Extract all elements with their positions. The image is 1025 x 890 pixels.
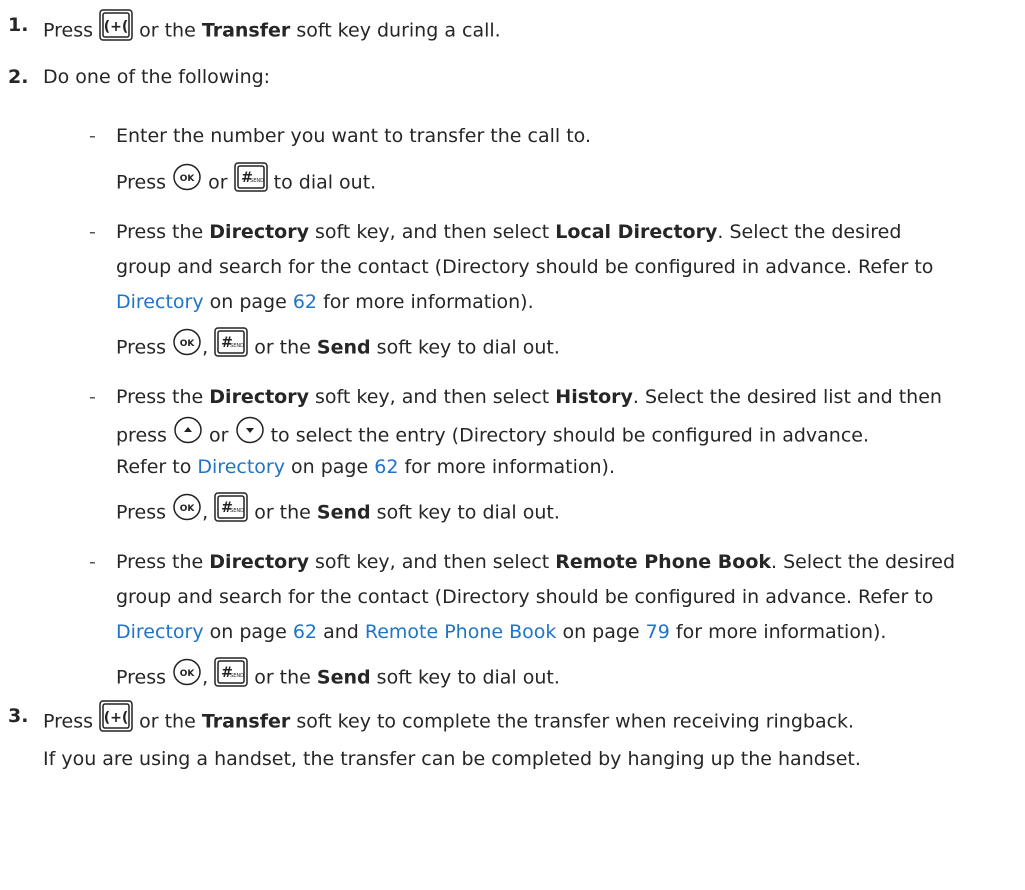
option-4-line-2: group and search for the contact (Direct… [116, 586, 934, 608]
send-key-icon: # SEND [233, 162, 268, 200]
step-number-1: 1. [8, 14, 29, 36]
ok-key-icon: OK [172, 328, 202, 364]
option-4-line-1: Press the Directory soft key, and then s… [116, 551, 956, 573]
option-1-line-2: Press OK or # SEND to dial out. [116, 162, 376, 202]
send-key-icon: # SEND [214, 327, 248, 365]
option-2-line-1: Press the Directory soft key, and then s… [116, 221, 902, 243]
option-3-line-2: press or to select the entry (Directory … [116, 416, 869, 454]
bullet-dash: - [89, 386, 96, 408]
ok-key-icon: OK [172, 163, 202, 199]
svg-text:SEND: SEND [250, 178, 264, 184]
bullet-dash: - [89, 221, 96, 243]
svg-text:(+(: (+( [104, 710, 129, 726]
step-number-2: 2. [8, 66, 29, 88]
svg-text:SEND: SEND [230, 508, 244, 514]
option-3-line-4: Press OK , # SEND or the Send soft key to… [116, 492, 560, 532]
transfer-key-icon: (+( [99, 700, 133, 740]
send-key-icon: # SEND [214, 492, 248, 530]
ok-key-icon: OK [172, 493, 202, 529]
directory-link[interactable]: Directory [197, 456, 285, 478]
bullet-dash: - [89, 125, 96, 147]
step-3-note: If you are using a handset, the transfer… [43, 748, 861, 770]
svg-text:SEND: SEND [230, 673, 244, 679]
svg-text:(+(: (+( [104, 19, 129, 35]
svg-text:SEND: SEND [230, 343, 244, 349]
svg-text:OK: OK [180, 504, 196, 514]
ok-key-icon: OK [172, 658, 202, 694]
option-3-line-3: Refer to Directory on page 62 for more i… [116, 456, 615, 478]
page-link[interactable]: 62 [293, 291, 317, 313]
option-2-line-4: Press OK , # SEND or the Send soft key to… [116, 327, 560, 367]
svg-text:OK: OK [180, 174, 196, 184]
up-arrow-key-icon [173, 416, 203, 452]
remote-phone-book-link[interactable]: Remote Phone Book [365, 621, 557, 643]
page-link[interactable]: 79 [646, 621, 670, 643]
option-3-line-1: Press the Directory soft key, and then s… [116, 386, 942, 408]
send-key-icon: # SEND [214, 657, 248, 695]
step-1-text: Press (+( or the Transfer soft key durin… [43, 9, 501, 51]
directory-link[interactable]: Directory [116, 291, 204, 313]
svg-text:OK: OK [180, 339, 196, 349]
transfer-key-icon: (+( [99, 9, 133, 49]
step-3-text: Press (+( or the Transfer soft key to co… [43, 700, 854, 742]
option-4-line-4: Press OK , # SEND or the Send soft key to… [116, 657, 560, 697]
option-4-line-3: Directory on page 62 and Remote Phone Bo… [116, 621, 887, 643]
down-arrow-key-icon [235, 416, 265, 452]
svg-text:OK: OK [180, 669, 196, 679]
option-2-line-3: Directory on page 62 for more informatio… [116, 291, 534, 313]
option-2-line-2: group and search for the contact (Direct… [116, 256, 934, 278]
page-link[interactable]: 62 [293, 621, 317, 643]
option-1-line-1: Enter the number you want to transfer th… [116, 125, 591, 147]
bullet-dash: - [89, 551, 96, 573]
step-number-3: 3. [8, 705, 29, 727]
page-link[interactable]: 62 [374, 456, 398, 478]
directory-link[interactable]: Directory [116, 621, 204, 643]
step-2-text: Do one of the following: [43, 66, 271, 88]
